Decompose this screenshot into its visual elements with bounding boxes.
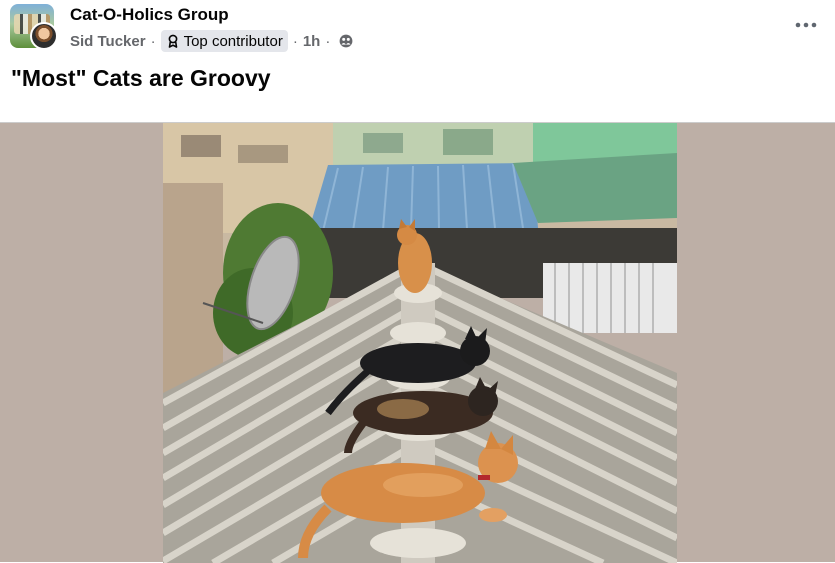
post-title: "Most" Cats are Groovy [11, 65, 271, 91]
post-header: Cat-O-Holics Group Sid Tucker · Top cont… [0, 0, 835, 122]
author-avatar[interactable] [30, 22, 58, 50]
separator: · [150, 32, 156, 50]
group-members-icon[interactable] [339, 34, 353, 48]
more-options-button[interactable] [793, 12, 819, 38]
post-meta: Sid Tucker · Top contributor · 1h · [70, 30, 353, 52]
badge-icon [168, 34, 177, 48]
badge-label: Top contributor [183, 32, 283, 50]
cats-on-roof-photo [163, 123, 677, 563]
post-time-link[interactable]: 1h [303, 33, 321, 50]
top-contributor-badge[interactable]: Top contributor [160, 30, 288, 52]
separator: · [325, 32, 331, 50]
separator: · [292, 32, 298, 50]
group-name-link[interactable]: Cat-O-Holics Group [70, 5, 229, 25]
post-media [0, 122, 835, 563]
more-options-icon [795, 22, 817, 28]
post-photo[interactable] [163, 123, 677, 563]
author-name-link[interactable]: Sid Tucker [70, 33, 146, 50]
